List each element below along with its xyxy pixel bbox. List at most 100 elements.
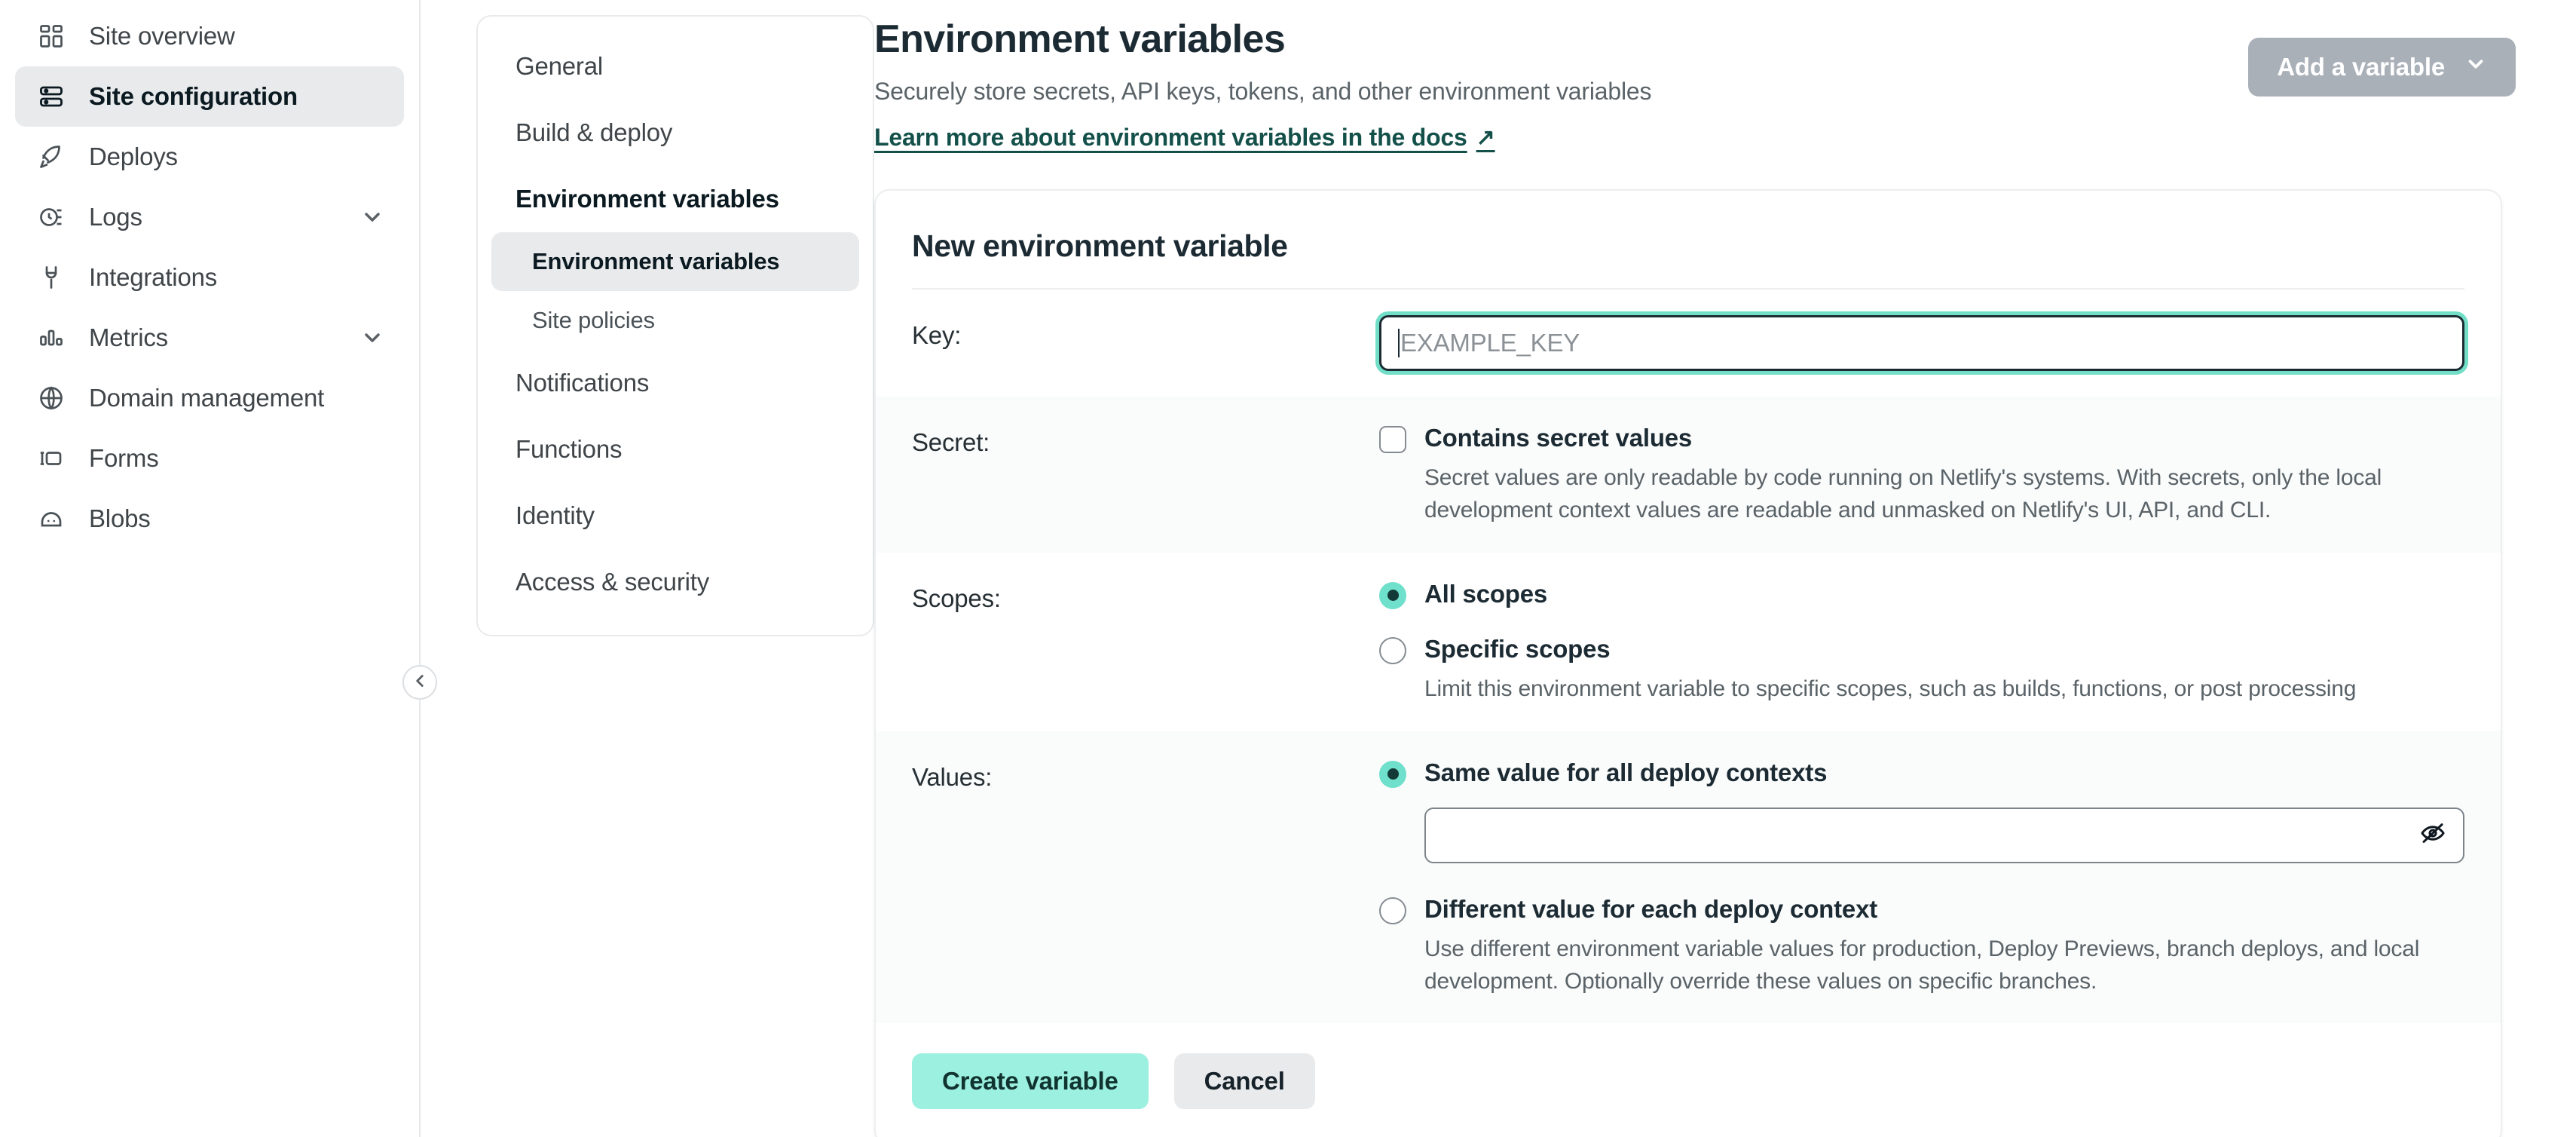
bar-chart-icon bbox=[35, 324, 68, 351]
page-header: Environment variables Securely store sec… bbox=[874, 18, 2516, 152]
sidebar-item-deploys[interactable]: Deploys bbox=[15, 127, 404, 187]
sidebar-item-logs[interactable]: Logs bbox=[15, 187, 404, 247]
form-row-key: Key: EXAMPLE_KEY bbox=[876, 290, 2501, 397]
contains-secret-values-checkbox[interactable] bbox=[1379, 426, 1406, 453]
app-root: Site overview Site configuration Deploys bbox=[0, 0, 2576, 1137]
contains-secret-values-label: Contains secret values bbox=[1424, 422, 2464, 453]
eye-off-icon[interactable] bbox=[2419, 820, 2446, 850]
sidebar-item-forms[interactable]: Forms bbox=[15, 428, 404, 489]
same-value-radio[interactable] bbox=[1379, 761, 1406, 788]
add-a-variable-label: Add a variable bbox=[2277, 53, 2445, 81]
page-title: Environment variables bbox=[874, 18, 2248, 61]
subnav-item-environment-variables[interactable]: Environment variables bbox=[478, 166, 873, 232]
form-row-values: Values: Same value for all deploy contex… bbox=[876, 731, 2501, 1024]
chevron-down-icon bbox=[2464, 53, 2487, 81]
same-value-option[interactable]: Same value for all deploy contexts bbox=[1379, 757, 2464, 863]
different-value-body: Different value for each deploy context … bbox=[1424, 893, 2464, 998]
specific-scopes-body: Specific scopes Limit this environment v… bbox=[1424, 633, 2464, 706]
main-content: Environment variables Securely store sec… bbox=[874, 0, 2576, 1137]
sidebar-item-label: Blobs bbox=[89, 504, 151, 533]
specific-scopes-label: Specific scopes bbox=[1424, 633, 2464, 664]
sidebar-item-label: Logs bbox=[89, 203, 142, 231]
grid-icon bbox=[35, 23, 68, 50]
specific-scopes-option[interactable]: Specific scopes Limit this environment v… bbox=[1379, 633, 2464, 706]
form-actions: Create variable Cancel bbox=[876, 1023, 2501, 1137]
card-header: New environment variable bbox=[876, 191, 2501, 290]
secret-label: Secret: bbox=[912, 422, 1379, 457]
sidebar-item-label: Integrations bbox=[89, 263, 217, 292]
form-row-scopes: Scopes: All scopes Specific scopes Limit… bbox=[876, 553, 2501, 731]
sliders-icon bbox=[35, 83, 68, 110]
specific-scopes-radio[interactable] bbox=[1379, 637, 1406, 664]
secret-field-wrap: Contains secret values Secret values are… bbox=[1379, 422, 2464, 526]
form-row-secret: Secret: Contains secret values Secret va… bbox=[876, 397, 2501, 552]
specific-scopes-description: Limit this environment variable to speci… bbox=[1424, 673, 2464, 706]
chevron-left-icon bbox=[410, 671, 430, 694]
sidebar-item-integrations[interactable]: Integrations bbox=[15, 247, 404, 308]
key-input[interactable]: EXAMPLE_KEY bbox=[1379, 315, 2464, 371]
all-scopes-option[interactable]: All scopes bbox=[1379, 578, 2464, 609]
key-input-placeholder: EXAMPLE_KEY bbox=[1400, 329, 1580, 357]
values-field-wrap: Same value for all deploy contexts bbox=[1379, 757, 2464, 998]
settings-subnav: General Build & deploy Environment varia… bbox=[476, 15, 874, 636]
subnav-child-site-policies[interactable]: Site policies bbox=[491, 291, 859, 350]
sidebar-item-label: Domain management bbox=[89, 384, 324, 412]
sidebar-item-blobs[interactable]: Blobs bbox=[15, 489, 404, 549]
plug-icon bbox=[35, 264, 68, 291]
variable-value-input[interactable] bbox=[1424, 808, 2464, 863]
sidebar-item-label: Site configuration bbox=[89, 82, 298, 111]
card-title: New environment variable bbox=[912, 228, 2464, 290]
different-value-label: Different value for each deploy context bbox=[1424, 893, 2464, 924]
subnav-item-functions[interactable]: Functions bbox=[478, 416, 873, 483]
subnav-item-identity[interactable]: Identity bbox=[478, 483, 873, 549]
scopes-label: Scopes: bbox=[912, 578, 1379, 613]
sidebar-item-label: Metrics bbox=[89, 323, 168, 352]
subnav-item-build-and-deploy[interactable]: Build & deploy bbox=[478, 100, 873, 166]
values-label: Values: bbox=[912, 757, 1379, 792]
different-value-description: Use different environment variable value… bbox=[1424, 933, 2464, 998]
sidebar-item-site-overview[interactable]: Site overview bbox=[15, 6, 404, 66]
key-field-wrap: EXAMPLE_KEY bbox=[1379, 315, 2464, 371]
contains-secret-values-description: Secret values are only readable by code … bbox=[1424, 462, 2464, 526]
globe-icon bbox=[35, 385, 68, 412]
same-value-body: Same value for all deploy contexts bbox=[1424, 757, 2464, 863]
settings-subnav-wrap: General Build & deploy Environment varia… bbox=[421, 0, 874, 1137]
different-value-radio[interactable] bbox=[1379, 897, 1406, 924]
sidebar-item-metrics[interactable]: Metrics bbox=[15, 308, 404, 368]
same-value-label: Same value for all deploy contexts bbox=[1424, 757, 2464, 788]
chevron-down-icon[interactable] bbox=[360, 205, 384, 229]
text-caret bbox=[1398, 329, 1400, 357]
external-link-icon: ↗ bbox=[1476, 127, 1495, 149]
sidebar-item-domain-management[interactable]: Domain management bbox=[15, 368, 404, 428]
subnav-child-environment-variables[interactable]: Environment variables bbox=[491, 232, 859, 291]
all-scopes-label: All scopes bbox=[1424, 578, 2464, 609]
cancel-button[interactable]: Cancel bbox=[1174, 1053, 1315, 1109]
contains-secret-values-option[interactable]: Contains secret values Secret values are… bbox=[1379, 422, 2464, 526]
sidebar-item-label: Forms bbox=[89, 444, 159, 473]
docs-link-label: Learn more about environment variables i… bbox=[874, 124, 1467, 152]
different-value-option[interactable]: Different value for each deploy context … bbox=[1379, 893, 2464, 998]
page-header-text: Environment variables Securely store sec… bbox=[874, 18, 2248, 152]
new-environment-variable-card: New environment variable Key: EXAMPLE_KE… bbox=[874, 189, 2502, 1137]
scopes-field-wrap: All scopes Specific scopes Limit this en… bbox=[1379, 578, 2464, 706]
all-scopes-radio[interactable] bbox=[1379, 582, 1406, 609]
logs-icon bbox=[35, 204, 68, 231]
sidebar-item-site-configuration[interactable]: Site configuration bbox=[15, 66, 404, 127]
sidebar-collapse-button[interactable] bbox=[402, 665, 437, 700]
subnav-item-access-and-security[interactable]: Access & security bbox=[478, 549, 873, 615]
create-variable-button[interactable]: Create variable bbox=[912, 1053, 1149, 1109]
contains-secret-values-body: Contains secret values Secret values are… bbox=[1424, 422, 2464, 526]
blob-icon bbox=[35, 505, 68, 532]
key-label: Key: bbox=[912, 315, 1379, 350]
primary-sidebar: Site overview Site configuration Deploys bbox=[0, 0, 421, 1137]
chevron-down-icon[interactable] bbox=[360, 326, 384, 350]
subnav-item-general[interactable]: General bbox=[478, 33, 873, 100]
page-subtitle: Securely store secrets, API keys, tokens… bbox=[874, 78, 2248, 106]
sidebar-item-label: Deploys bbox=[89, 143, 178, 171]
sidebar-item-label: Site overview bbox=[89, 22, 235, 51]
subnav-item-notifications[interactable]: Notifications bbox=[478, 350, 873, 416]
docs-link[interactable]: Learn more about environment variables i… bbox=[874, 124, 1495, 152]
add-a-variable-button[interactable]: Add a variable bbox=[2248, 38, 2516, 97]
forms-icon bbox=[35, 445, 68, 472]
rocket-icon bbox=[35, 143, 68, 170]
